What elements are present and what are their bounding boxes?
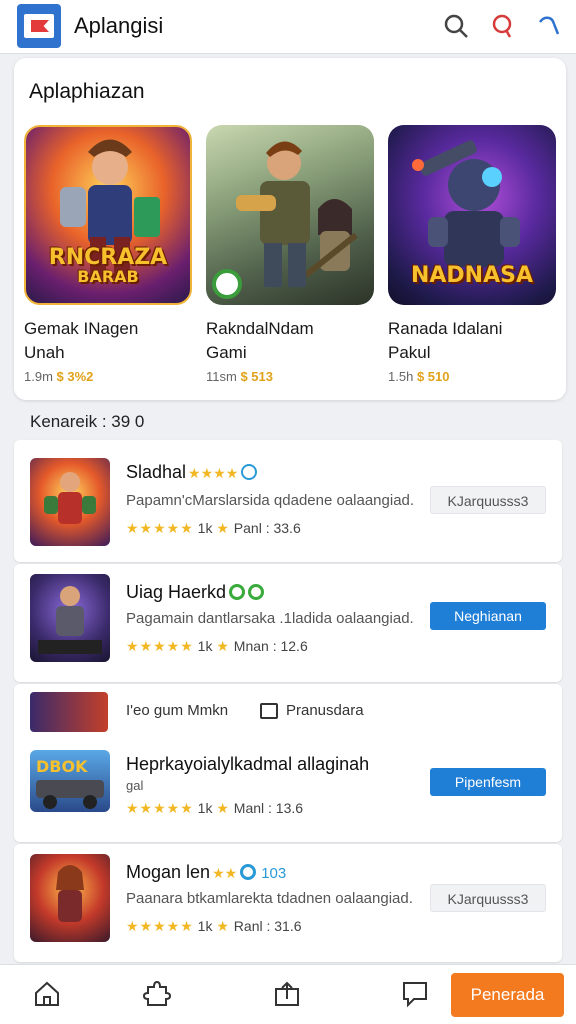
action-button[interactable]: KJarquusss3: [430, 884, 546, 912]
featured-title: Aplaphiazan: [29, 80, 145, 103]
game-description: Papamn'cMarslarsida qdadene oalaangiad.: [126, 492, 415, 509]
list-item[interactable]: Uiag Haerkd Pagamain dantlarsaka .1ladid…: [14, 564, 562, 682]
game-art: RNCRAZA BARAB: [24, 125, 192, 305]
game-rating: ★★★★★ 1k ★ Mnan : 12.6: [126, 638, 308, 654]
heroine-figure-icon: [56, 865, 84, 922]
svg-text:DBOK: DBOK: [36, 757, 88, 776]
search-icon[interactable]: [442, 12, 470, 40]
tag-icon: [260, 703, 278, 719]
game-art: NADNASA: [388, 125, 556, 305]
list-item[interactable]: I'eo gum Mmkn Pranusdara DBOK Heprkayoia…: [14, 684, 562, 842]
share-icon[interactable]: [272, 979, 302, 1009]
home-icon[interactable]: [32, 979, 62, 1009]
hero-figure-icon: [44, 472, 96, 524]
promo-tag-label: Pranusdara: [286, 702, 364, 719]
action-button[interactable]: KJarquusss3: [430, 486, 546, 514]
game-meta: 1.9m $ 3%2: [24, 369, 94, 384]
list-item[interactable]: Mogan len ★★ 103 Paanara btkamlarekta tda…: [14, 844, 562, 962]
game-description: Paanara btkamlarekta tdadnen oalaangiad.: [126, 890, 413, 907]
promo-text: I'eo gum Mmkn: [126, 702, 229, 719]
promo-thumbnail: [30, 692, 108, 732]
game-name: Heprkayoialylkadmal allaginah: [126, 754, 370, 774]
game-subtitle: gal: [126, 778, 144, 793]
app-logo-icon: [17, 4, 61, 48]
game-badge-icon: [212, 269, 242, 299]
action-button[interactable]: Pipenfesm: [430, 768, 546, 796]
bottom-navigation: Penerada: [0, 964, 576, 1024]
game-description: Pagamain dantlarsaka .1ladida oalaangiad…: [126, 610, 414, 627]
warrior-figure-icon: [38, 586, 102, 654]
game-banner: RNCRAZA BARAB: [48, 245, 168, 286]
game-name: Sladhal ★★★★: [126, 462, 258, 483]
game-name: RakndalNdam Gami: [206, 319, 314, 362]
game-name: Gemak INagen Unah: [24, 319, 139, 362]
game-meta: 11sm $ 513: [206, 369, 273, 384]
vehicle-icon: DBOK: [36, 757, 104, 809]
featured-card: Aplaphiazan RNCRAZA BARAB Gemak INagen Una…: [14, 58, 566, 400]
featured-game-1[interactable]: RNCRAZA BARAB Gemak INagen Unah 1.9m $ 3%2: [24, 125, 192, 384]
featured-game-2[interactable]: RakndalNdam Gami 11sm $ 513: [206, 125, 374, 384]
refresh-icon[interactable]: [534, 12, 562, 40]
search-red-icon[interactable]: [489, 12, 517, 40]
game-thumbnail: DBOK: [30, 750, 110, 812]
game-thumbnail: [30, 574, 110, 662]
game-thumbnail: [30, 854, 110, 942]
game-rating: ★★★★★ 1k ★ Panl : 33.6: [126, 520, 301, 536]
game-name: Mogan len ★★ 103: [126, 862, 287, 882]
game-banner: NADNASA: [410, 263, 533, 288]
app-title: Aplangisi: [74, 13, 164, 38]
list-item[interactable]: Sladhal ★★★★ Papamn'cMarslarsida qdadene …: [14, 440, 562, 562]
chat-icon[interactable]: [400, 979, 430, 1009]
section-label: Kenareik : 39 0: [30, 412, 145, 431]
game-name: Uiag Haerkd: [126, 582, 265, 603]
primary-cta-button[interactable]: Penerada: [451, 973, 564, 1017]
action-button[interactable]: Neghianan: [430, 602, 546, 630]
game-art: [206, 125, 374, 305]
game-rating: ★★★★★ 1k ★ Ranl : 31.6: [126, 918, 302, 934]
game-name: Ranada Idalani Pakul: [388, 319, 503, 362]
top-bar: Aplangisi: [0, 0, 576, 54]
game-rating: ★★★★★ 1k ★ Manl : 13.6: [126, 800, 304, 816]
game-meta: 1.5h $ 510: [388, 369, 450, 384]
game-thumbnail: [30, 458, 110, 546]
puzzle-icon[interactable]: [142, 979, 172, 1009]
featured-game-3[interactable]: NADNASA Ranada Idalani Pakul 1.5h $ 510: [388, 125, 556, 384]
